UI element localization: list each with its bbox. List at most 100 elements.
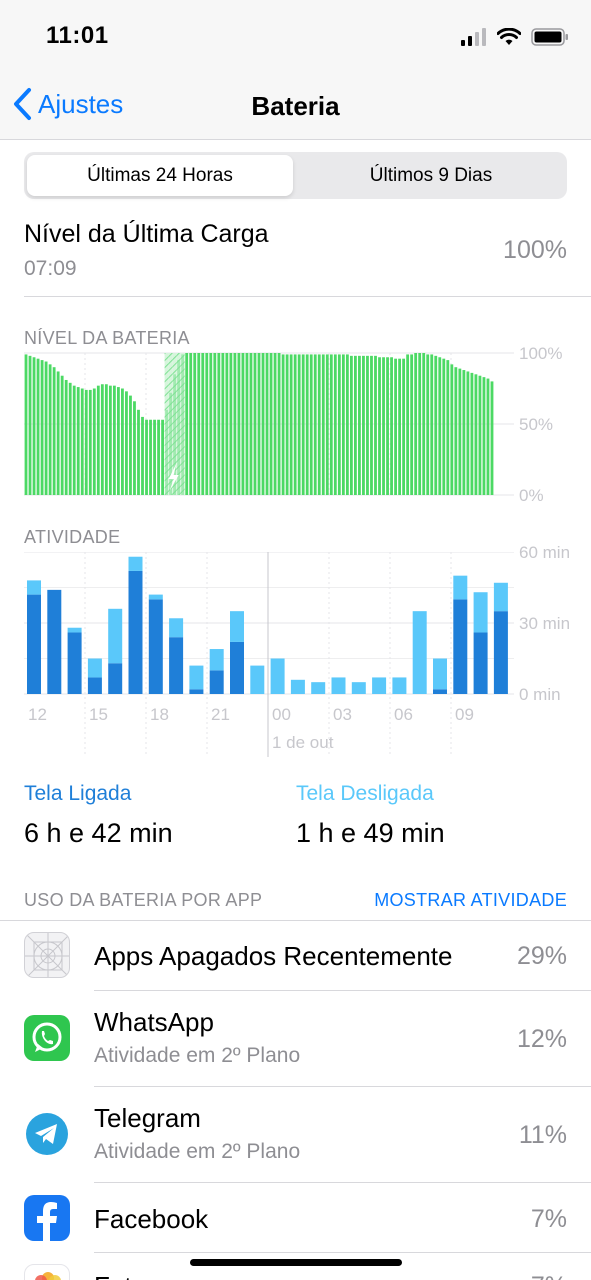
battery-bar (181, 354, 185, 495)
battery-bar (470, 372, 474, 495)
activity-bar-screen-on (128, 570, 143, 694)
show-activity-button[interactable]: MOSTRAR ATIVIDADE (374, 890, 567, 911)
app-usage-header: USO DA BATERIA POR APP (24, 890, 263, 910)
battery-bar (261, 353, 265, 495)
battery-bar (382, 357, 385, 495)
activity-bar-screen-off (108, 608, 123, 664)
battery-bar (237, 353, 241, 495)
home-indicator[interactable] (190, 1259, 402, 1266)
activity-bar-screen-off (270, 658, 285, 694)
battery-ytick-0: 0% (519, 486, 544, 505)
battery-bar (129, 395, 132, 495)
battery-bar (225, 353, 229, 495)
app-row-whatsapp[interactable]: WhatsApp Atividade em 2º Plano 12% (0, 991, 591, 1087)
battery-bar (362, 355, 365, 495)
battery-bar (193, 353, 197, 495)
battery-bar (209, 353, 213, 495)
battery-bar (112, 385, 116, 495)
battery-icon (531, 28, 568, 46)
app-row-telegram[interactable]: Telegram Atividade em 2º Plano 11% (0, 1087, 591, 1183)
battery-bar (458, 368, 462, 495)
battery-bar (104, 384, 108, 495)
battery-bar (72, 385, 76, 495)
battery-bar (189, 353, 193, 495)
battery-bar (313, 354, 317, 495)
battery-ytick-100: 100% (519, 344, 563, 363)
activity-date-label: 1 de out (272, 733, 334, 752)
battery-bar (56, 371, 60, 495)
battery-bar (438, 357, 442, 495)
activity-bar-screen-on (493, 611, 508, 694)
activity-bar-screen-on (87, 677, 102, 694)
activity-bar-screen-off (148, 594, 163, 600)
activity-bar-screen-on (67, 632, 82, 694)
battery-bar (325, 354, 329, 495)
activity-bar-screen-on (148, 599, 163, 694)
battery-bar (414, 353, 418, 495)
activity-ytick-0: 0 min (519, 685, 561, 704)
battery-bar (28, 355, 32, 495)
app-row-photos[interactable]: Fotos 7% (0, 1253, 591, 1280)
battery-bar (490, 381, 494, 495)
battery-bar (422, 353, 426, 495)
battery-bar (390, 357, 393, 495)
battery-bar (482, 377, 486, 495)
app-name: WhatsApp (94, 1007, 214, 1037)
battery-bar (333, 354, 337, 495)
status-icons (461, 26, 569, 48)
battery-bar (48, 364, 52, 495)
battery-bar (52, 367, 56, 495)
battery-bar (157, 419, 160, 495)
activity-xtick: 06 (394, 705, 413, 724)
battery-bar (366, 355, 369, 495)
battery-bar (466, 371, 470, 495)
battery-bar (378, 357, 381, 495)
segment-last-24-hours[interactable]: Últimas 24 Horas (27, 155, 293, 196)
app-name: Fotos (94, 1271, 159, 1280)
battery-bar (217, 353, 221, 495)
battery-bar (358, 355, 361, 495)
battery-bar (141, 416, 144, 495)
telegram-icon (24, 1111, 70, 1157)
battery-bar (269, 353, 273, 495)
activity-bar-screen-on (473, 632, 488, 694)
battery-bar (241, 353, 245, 495)
app-name: Telegram (94, 1103, 201, 1133)
activity-bar-screen-off (230, 611, 244, 642)
facebook-icon (24, 1195, 70, 1241)
activity-bar-screen-on (108, 663, 123, 694)
status-time: 11:01 (46, 22, 109, 49)
activity-bar-screen-off (189, 665, 204, 690)
app-percent: 12% (516, 1025, 567, 1053)
photos-icon (24, 1264, 70, 1280)
activity-bar-screen-off (27, 580, 41, 595)
app-row-facebook[interactable]: Facebook 7% (0, 1183, 591, 1253)
battery-bar (84, 389, 88, 495)
app-row-deleted-apps[interactable]: Apps Apagados Recentemente 29% (0, 921, 591, 991)
battery-bar (88, 389, 92, 495)
activity-xtick: 21 (211, 705, 230, 724)
battery-bar (430, 354, 434, 495)
battery-bar (374, 355, 377, 495)
battery-bar (249, 353, 253, 495)
activity-ytick-30: 30 min (519, 614, 571, 633)
activity-bar-screen-off (169, 618, 184, 638)
battery-bar (161, 419, 164, 495)
battery-bar (329, 354, 333, 495)
battery-bar (96, 385, 100, 495)
whatsapp-icon (24, 1015, 70, 1061)
battery-bar (257, 353, 261, 495)
battery-bar (446, 360, 450, 495)
activity-bar-screen-on (433, 689, 447, 694)
activity-xtick: 12 (28, 705, 47, 724)
app-name: Apps Apagados Recentemente (94, 941, 453, 971)
segment-last-9-days[interactable]: Últimos 9 Dias (298, 155, 564, 196)
battery-bar (145, 419, 148, 495)
app-subtitle: Atividade em 2º Plano (94, 1140, 301, 1163)
last-charge-info: Nível da Última Carga 07:09 (24, 220, 269, 281)
activity-xtick: 03 (333, 705, 352, 724)
battery-bar (402, 358, 406, 495)
battery-bar (169, 392, 173, 495)
battery-bar (165, 409, 169, 495)
screen-off-value: 1 h e 49 min (296, 818, 445, 848)
